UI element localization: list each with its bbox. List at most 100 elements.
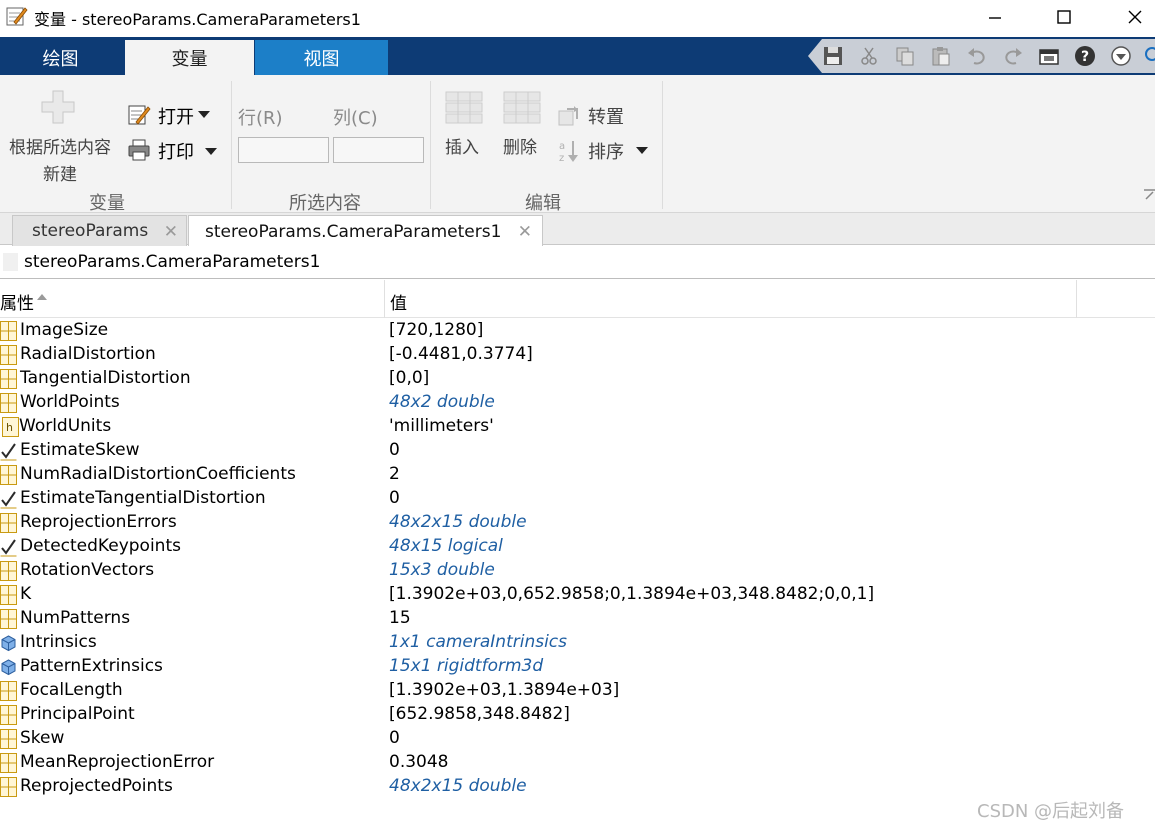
column-divider[interactable] bbox=[1076, 280, 1077, 318]
table-row[interactable]: K [1.3902e+03,0,652.9858;0,1.3894e+03,348… bbox=[0, 583, 1155, 607]
table-row[interactable]: MeanReprojectionError 0.3048 bbox=[0, 751, 1155, 775]
matrix-icon bbox=[0, 369, 17, 389]
property-name: Skew bbox=[20, 728, 65, 748]
doc-tab-cameraparameters1[interactable]: stereoParams.CameraParameters1 ✕ bbox=[188, 215, 543, 247]
close-tab-icon[interactable]: ✕ bbox=[518, 222, 532, 242]
sort-ascending-icon bbox=[37, 294, 47, 300]
table-row[interactable]: WorldPoints 48x2 double bbox=[0, 391, 1155, 415]
collapse-ribbon-icon[interactable] bbox=[1143, 187, 1155, 201]
document-tab-bar: stereoParams ✕ stereoParams.CameraParame… bbox=[0, 213, 1155, 247]
property-value-link[interactable]: 48x2x15 double bbox=[389, 512, 527, 532]
property-value: [720,1280] bbox=[389, 320, 484, 340]
breadcrumb-label: stereoParams.CameraParameters1 bbox=[24, 252, 321, 272]
insert-button[interactable]: 插入 bbox=[440, 87, 488, 158]
property-value: 0 bbox=[389, 440, 400, 460]
row-field[interactable] bbox=[238, 137, 329, 163]
search-icon[interactable] bbox=[1142, 45, 1155, 67]
tab-view[interactable]: 视图 bbox=[255, 40, 388, 75]
table-row[interactable]: DetectedKeypoints 48x15 logical bbox=[0, 535, 1155, 559]
maximize-button[interactable] bbox=[1041, 0, 1087, 34]
table-row[interactable]: Intrinsics 1x1 cameraIntrinsics bbox=[0, 631, 1155, 655]
matrix-icon bbox=[0, 729, 17, 749]
new-from-selection-icon bbox=[41, 90, 75, 124]
table-row[interactable]: EstimateTangentialDistortion 0 bbox=[0, 487, 1155, 511]
insert-rows-icon bbox=[445, 91, 483, 124]
paste-icon[interactable] bbox=[930, 45, 952, 67]
undo-icon[interactable] bbox=[966, 45, 988, 67]
svg-text:a: a bbox=[559, 141, 565, 152]
new-from-selection-button[interactable]: 根据所选内容 新建 bbox=[2, 133, 118, 185]
matrix-icon bbox=[0, 609, 17, 629]
column-label: 列(C) bbox=[333, 108, 378, 129]
options-dropdown-icon[interactable] bbox=[1110, 45, 1132, 67]
transpose-label: 转置 bbox=[588, 107, 624, 128]
column-divider[interactable] bbox=[384, 280, 385, 318]
table-row[interactable]: FocalLength [1.3902e+03,1.3894e+03] bbox=[0, 679, 1155, 703]
ribbon-divider bbox=[231, 81, 232, 209]
property-value-link[interactable]: 48x2 double bbox=[389, 392, 495, 412]
matrix-icon bbox=[0, 321, 17, 341]
tab-plots[interactable]: 绘图 bbox=[0, 40, 121, 75]
table-row[interactable]: TangentialDistortion [0,0] bbox=[0, 367, 1155, 391]
cut-icon[interactable] bbox=[858, 45, 880, 67]
ribbon-divider bbox=[430, 81, 431, 209]
property-name: Intrinsics bbox=[20, 632, 97, 652]
property-value-link[interactable]: 15x1 rigidtform3d bbox=[389, 656, 543, 676]
redo-icon[interactable] bbox=[1002, 45, 1024, 67]
close-icon bbox=[1128, 10, 1142, 24]
tab-variable[interactable]: 变量 bbox=[125, 40, 254, 75]
property-value-link[interactable]: 48x15 logical bbox=[389, 536, 503, 556]
table-row[interactable]: h WorldUnits 'millimeters' bbox=[0, 415, 1155, 439]
table-row[interactable]: EstimateSkew 0 bbox=[0, 439, 1155, 463]
save-icon[interactable] bbox=[822, 45, 844, 67]
sort-label: 排序 bbox=[588, 142, 624, 163]
property-name: ReprojectionErrors bbox=[20, 512, 177, 532]
property-value-link[interactable]: 48x2x15 double bbox=[389, 776, 527, 796]
property-value-link[interactable]: 1x1 cameraIntrinsics bbox=[389, 632, 567, 652]
property-value-link[interactable]: 15x3 double bbox=[389, 560, 495, 580]
table-row[interactable]: RotationVectors 15x3 double bbox=[0, 559, 1155, 583]
property-name: RotationVectors bbox=[20, 560, 155, 580]
property-value: [0,0] bbox=[389, 368, 430, 388]
delete-label: 删除 bbox=[503, 138, 537, 158]
property-value: 0.3048 bbox=[389, 752, 449, 772]
close-tab-icon[interactable]: ✕ bbox=[164, 222, 178, 242]
column-header-value[interactable]: 值 bbox=[390, 289, 407, 314]
table-row[interactable]: NumPatterns 15 bbox=[0, 607, 1155, 631]
table-row[interactable]: PrincipalPoint [652.9858,348.8482] bbox=[0, 703, 1155, 727]
transpose-button[interactable]: 转置 bbox=[557, 103, 637, 129]
table-row[interactable]: PatternExtrinsics 15x1 rigidtform3d bbox=[0, 655, 1155, 679]
sort-button[interactable]: a z 排序 bbox=[557, 138, 657, 164]
quick-access-toolbar: ? bbox=[808, 39, 1155, 73]
print-button[interactable]: 打印 bbox=[127, 137, 222, 163]
open-button[interactable]: 打开 bbox=[127, 102, 217, 128]
table-row[interactable]: Skew 0 bbox=[0, 727, 1155, 751]
svg-text:h: h bbox=[6, 421, 13, 434]
table-row[interactable]: RadialDistortion [-0.4481,0.3774] bbox=[0, 343, 1155, 367]
matrix-icon bbox=[0, 513, 17, 533]
close-window-button[interactable] bbox=[1112, 0, 1155, 34]
switch-windows-icon[interactable] bbox=[1038, 45, 1060, 67]
column-header-property[interactable]: 属性 bbox=[0, 289, 34, 314]
minimize-button[interactable] bbox=[972, 0, 1018, 34]
doc-tab-stereoparams[interactable]: stereoParams ✕ bbox=[12, 215, 187, 246]
new-from-selection-label-line2: 新建 bbox=[43, 165, 77, 185]
chevron-down-icon bbox=[205, 148, 217, 155]
edit-group-label: 编辑 bbox=[525, 193, 561, 214]
delete-button[interactable]: 删除 bbox=[498, 87, 546, 158]
table-row[interactable]: ReprojectionErrors 48x2x15 double bbox=[0, 511, 1155, 535]
help-icon[interactable]: ? bbox=[1074, 45, 1096, 67]
matrix-icon bbox=[0, 777, 17, 797]
object-icon bbox=[0, 633, 17, 653]
table-row[interactable]: ImageSize [720,1280] bbox=[0, 319, 1155, 343]
table-row[interactable]: NumRadialDistortionCoefficients 2 bbox=[0, 463, 1155, 487]
doc-tab-label: stereoParams bbox=[32, 221, 149, 241]
property-name: PrincipalPoint bbox=[20, 704, 135, 724]
property-value: [1.3902e+03,0,652.9858;0,1.3894e+03,348.… bbox=[389, 584, 875, 604]
property-name: ReprojectedPoints bbox=[20, 776, 173, 796]
breadcrumb-icon bbox=[3, 253, 18, 271]
column-field[interactable] bbox=[333, 137, 424, 163]
table-row[interactable]: ReprojectedPoints 48x2x15 double bbox=[0, 775, 1155, 799]
copy-icon[interactable] bbox=[894, 45, 916, 67]
selection-group-label: 所选内容 bbox=[289, 193, 361, 214]
